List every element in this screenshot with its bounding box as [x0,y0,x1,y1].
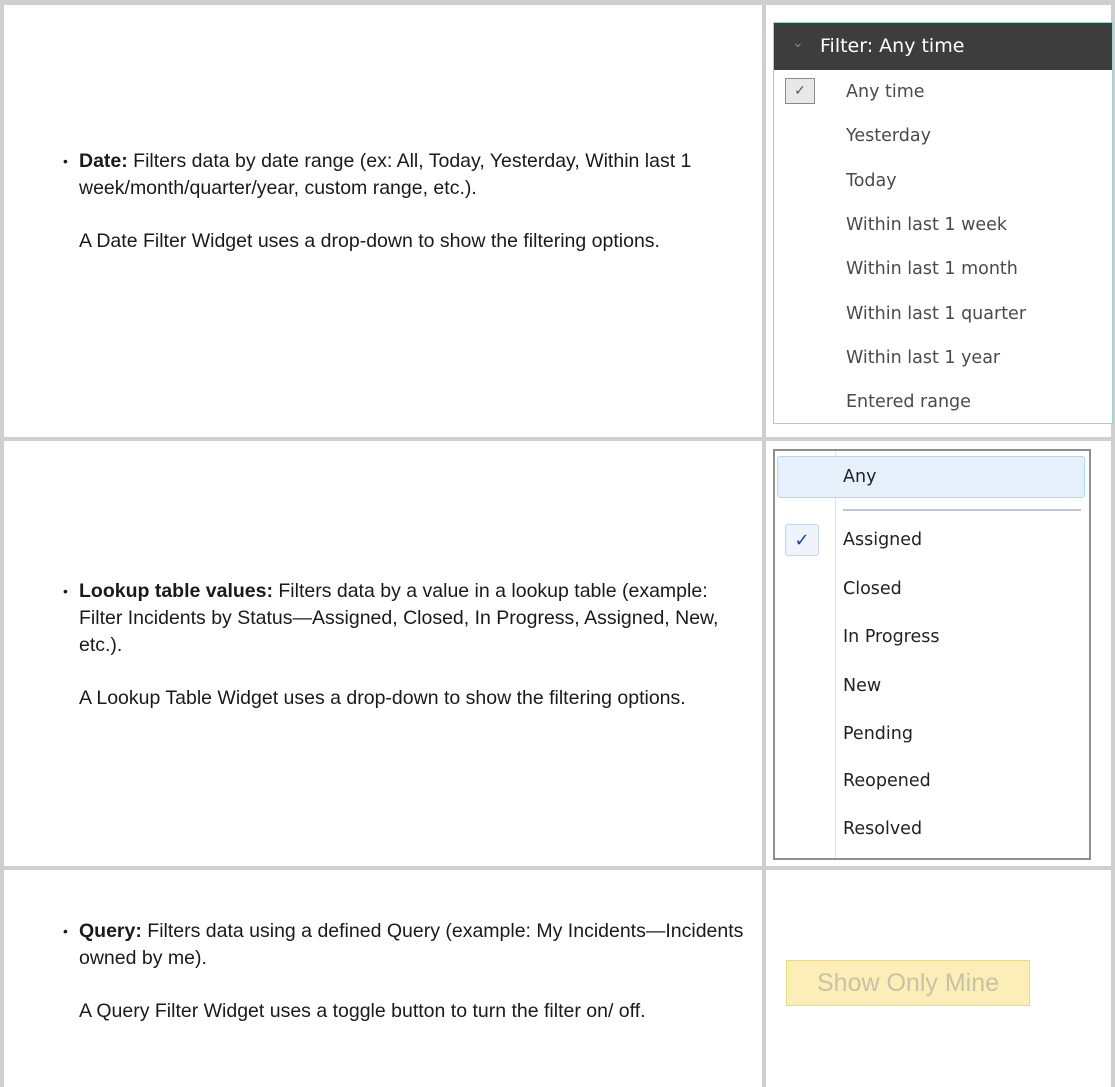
query-term: Query: [79,920,142,942]
date-option-label: Within last 1 month [846,259,1018,280]
lookup-option-pending[interactable]: Pending [843,712,913,756]
date-option-yesterday[interactable]: Yesterday [774,114,1112,158]
bullet-icon: • [63,153,68,169]
lookup-divider [843,509,1081,511]
lookup-description: • Lookup table values: Filters data by a … [63,578,749,712]
date-option-any-time[interactable]: ✓ Any time [774,70,1112,114]
date-option-label: Within last 1 week [846,215,1008,236]
lookup-option-any[interactable]: Any [843,455,876,499]
table-border-top [0,0,1115,5]
lookup-note: A Lookup Table Widget uses a drop-down t… [79,687,686,709]
date-note: A Date Filter Widget uses a drop-down to… [79,230,660,252]
bullet-icon: • [63,583,68,599]
date-filter-header[interactable]: ⌄ Filter: Any time [774,23,1112,70]
lookup-option-new[interactable]: New [843,664,881,708]
lookup-term: Lookup table values: [79,580,273,602]
date-option-year[interactable]: Within last 1 year [774,336,1112,380]
date-option-entered-range[interactable]: Entered range [774,380,1112,424]
query-note: A Query Filter Widget uses a toggle butt… [79,1000,646,1022]
lookup-option-closed[interactable]: Closed [843,567,902,611]
date-term: Date: [79,150,128,172]
query-desc: Filters data using a defined Query (exam… [79,920,744,969]
date-option-week[interactable]: Within last 1 week [774,203,1112,247]
date-desc: Filters data by date range (ex: All, Tod… [79,150,692,199]
date-option-month[interactable]: Within last 1 month [774,247,1112,291]
row-divider-1 [0,437,1115,441]
check-icon: ✓ [785,78,815,104]
check-icon: ✓ [785,524,819,556]
show-only-mine-toggle-button[interactable]: Show Only Mine [786,960,1030,1006]
date-option-label: Any time [846,82,925,103]
date-option-label: Entered range [846,392,971,413]
lookup-option-any-highlight[interactable] [777,456,1085,498]
date-option-label: Within last 1 quarter [846,303,1027,324]
column-divider [762,0,766,1087]
query-description: • Query: Filters data using a defined Que… [63,918,749,1025]
table-border-left [0,0,4,1087]
date-description: • Date: Filters data by date range (ex: A… [63,148,749,255]
lookup-option-assigned[interactable]: Assigned [843,518,922,562]
date-filter-options: ✓ Any time Yesterday Today Within last 1… [774,70,1112,424]
date-filter-header-label: Filter: Any time [820,35,965,57]
lookup-option-resolved[interactable]: Resolved [843,807,922,851]
date-option-quarter[interactable]: Within last 1 quarter [774,291,1112,335]
lookup-bullet-item: • Lookup table values: Filters data by a … [63,578,749,659]
date-bullet-item: • Date: Filters data by date range (ex: A… [63,148,749,202]
date-filter-dropdown[interactable]: ⌄ Filter: Any time ✓ Any time Yesterday … [773,22,1113,424]
lookup-option-in-progress[interactable]: In Progress [843,615,940,659]
date-option-label: Today [846,170,897,191]
date-option-today[interactable]: Today [774,159,1112,203]
query-bullet-item: • Query: Filters data using a defined Que… [63,918,749,972]
date-option-label: Yesterday [846,126,931,147]
date-option-label: Within last 1 year [846,347,1001,368]
row-divider-2 [0,866,1115,870]
lookup-gutter-separator [835,451,836,858]
lookup-filter-dropdown[interactable]: Any ✓ Assigned Closed In Progress New Pe… [773,449,1091,860]
bullet-icon: • [63,923,68,939]
chevron-down-icon: ⌄ [792,35,804,51]
lookup-option-reopened[interactable]: Reopened [843,759,931,803]
